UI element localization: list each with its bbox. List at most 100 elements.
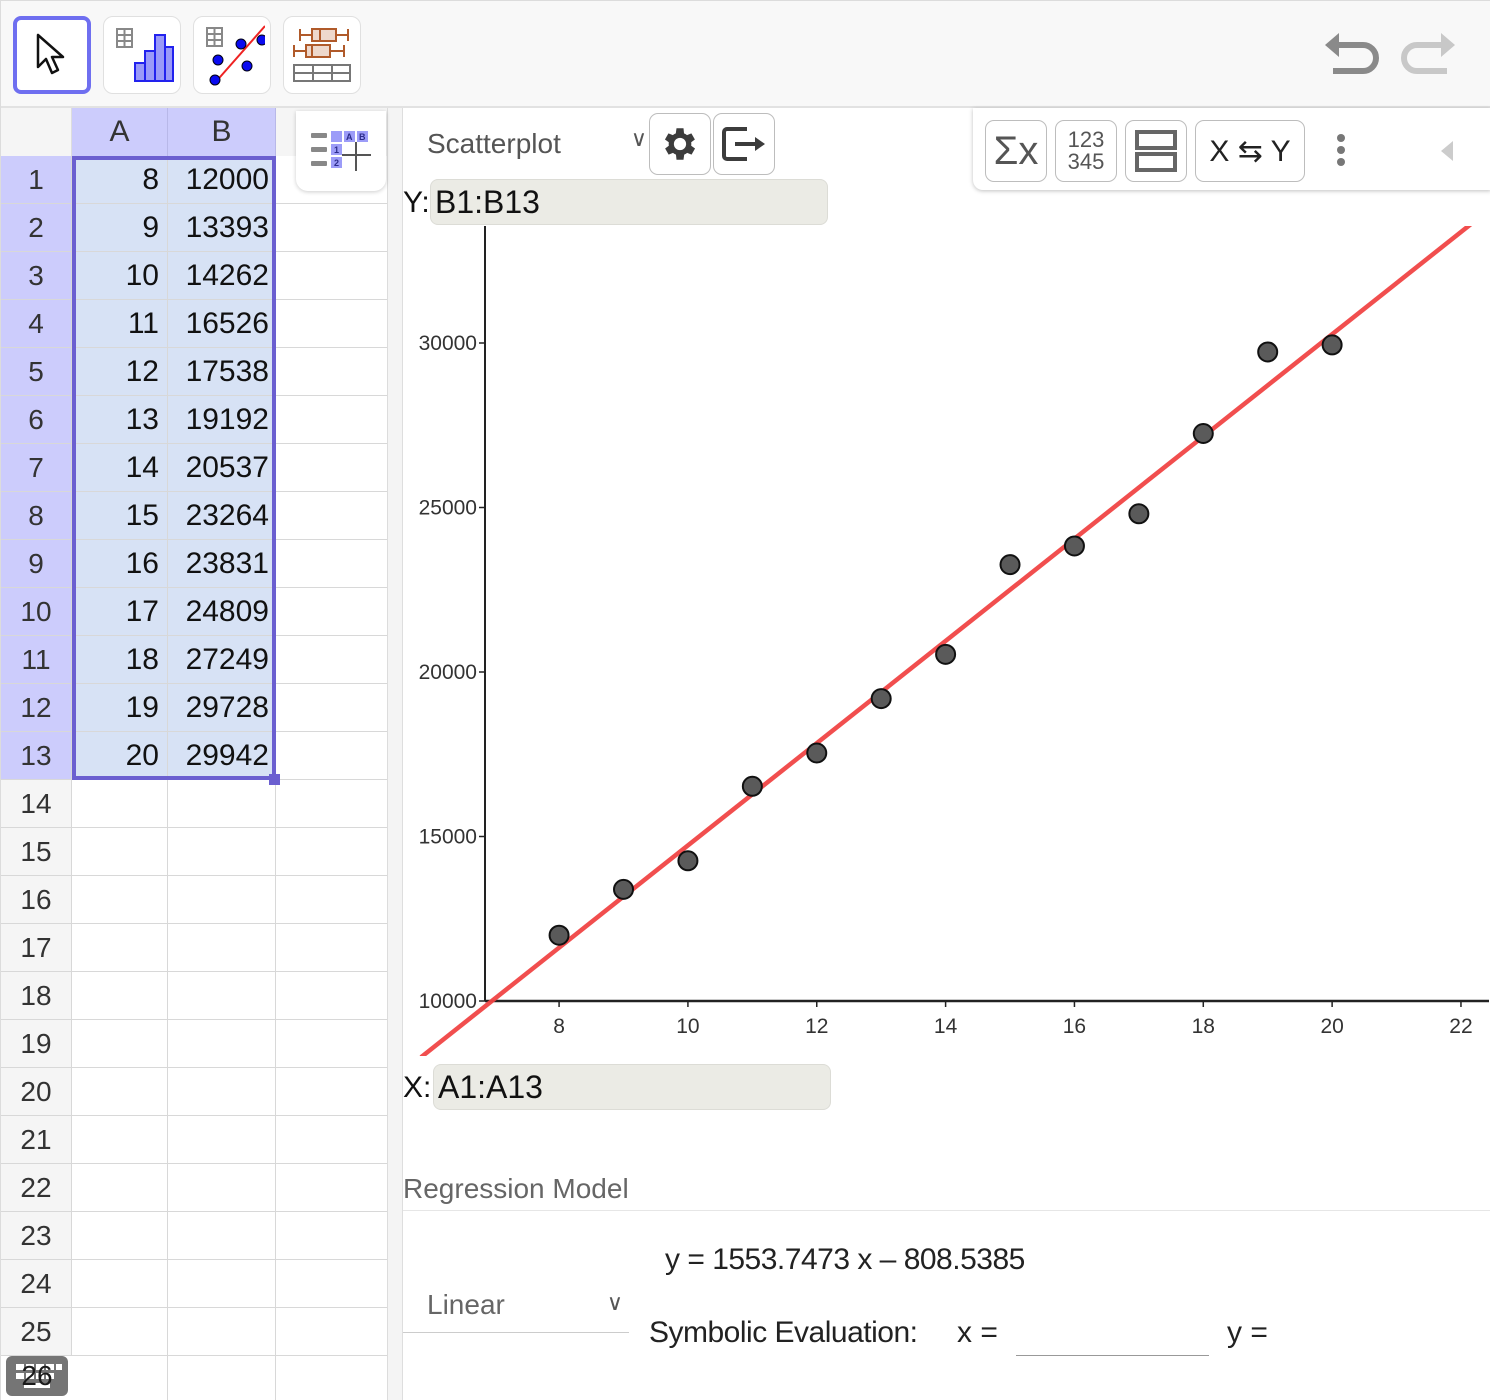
cell-a9[interactable]: 16	[72, 540, 168, 587]
cell-b17[interactable]	[168, 924, 276, 971]
row-header[interactable]: 20	[1, 1068, 72, 1115]
cell-b24[interactable]	[168, 1260, 276, 1307]
row-header[interactable]: 4	[1, 300, 72, 347]
fill-handle[interactable]	[269, 774, 280, 785]
cell-b25[interactable]	[168, 1308, 276, 1355]
two-variable-regression-button[interactable]	[193, 16, 271, 94]
row-header[interactable]: 1	[1, 156, 72, 203]
cell-b4[interactable]: 16526	[168, 300, 276, 347]
column-header-b[interactable]: B	[168, 108, 276, 156]
cell-b6[interactable]: 19192	[168, 396, 276, 443]
cell-a22[interactable]	[72, 1164, 168, 1211]
cell-c13[interactable]	[276, 732, 387, 779]
row-header[interactable]: 24	[1, 1260, 72, 1307]
spreadsheet-style-button[interactable]: AB 1 2	[296, 111, 386, 191]
cell-a15[interactable]	[72, 828, 168, 875]
cell-c5[interactable]	[276, 348, 387, 395]
row-header[interactable]: 23	[1, 1212, 72, 1259]
cell-a11[interactable]: 18	[72, 636, 168, 683]
cell-b20[interactable]	[168, 1068, 276, 1115]
cell-a2[interactable]: 9	[72, 204, 168, 251]
row-header[interactable]: 8	[1, 492, 72, 539]
cell-a8[interactable]: 15	[72, 492, 168, 539]
cell-c21[interactable]	[276, 1116, 387, 1163]
cell-b1[interactable]: 12000	[168, 156, 276, 203]
layout-button[interactable]	[1125, 120, 1187, 182]
regression-type-dropdown[interactable]: Linear ∨	[403, 1278, 629, 1333]
swap-xy-button[interactable]: X ⇆ Y	[1195, 120, 1305, 182]
cell-c10[interactable]	[276, 588, 387, 635]
cell-a6[interactable]: 13	[72, 396, 168, 443]
keyboard-toggle-button[interactable]	[6, 1356, 68, 1396]
one-variable-analysis-button[interactable]	[103, 16, 181, 94]
cell-b15[interactable]	[168, 828, 276, 875]
cell-a18[interactable]	[72, 972, 168, 1019]
plot-type-dropdown[interactable]: Scatterplot ∨	[427, 124, 647, 164]
cell-a26[interactable]	[72, 1356, 168, 1400]
cell-b8[interactable]: 23264	[168, 492, 276, 539]
cell-b13[interactable]: 29942	[168, 732, 276, 779]
export-button[interactable]	[713, 113, 775, 175]
cell-b22[interactable]	[168, 1164, 276, 1211]
cell-b9[interactable]: 23831	[168, 540, 276, 587]
redo-button[interactable]	[1395, 29, 1457, 87]
cell-a13[interactable]: 20	[72, 732, 168, 779]
cell-a7[interactable]: 14	[72, 444, 168, 491]
cell-c11[interactable]	[276, 636, 387, 683]
row-header[interactable]: 19	[1, 1020, 72, 1067]
cell-a4[interactable]: 11	[72, 300, 168, 347]
row-header[interactable]: 11	[1, 636, 72, 683]
cell-c25[interactable]	[276, 1308, 387, 1355]
more-options-button[interactable]	[1333, 132, 1349, 172]
cell-a19[interactable]	[72, 1020, 168, 1067]
row-header[interactable]: 6	[1, 396, 72, 443]
cell-c22[interactable]	[276, 1164, 387, 1211]
row-header[interactable]: 25	[1, 1308, 72, 1355]
cell-a5[interactable]: 12	[72, 348, 168, 395]
cell-c18[interactable]	[276, 972, 387, 1019]
panel-divider[interactable]	[388, 108, 403, 1400]
cell-c26[interactable]	[276, 1356, 387, 1400]
cell-c16[interactable]	[276, 876, 387, 923]
cell-b7[interactable]: 20537	[168, 444, 276, 491]
row-header[interactable]: 22	[1, 1164, 72, 1211]
cell-c3[interactable]	[276, 252, 387, 299]
row-header[interactable]: 14	[1, 780, 72, 827]
cell-b3[interactable]: 14262	[168, 252, 276, 299]
cell-c20[interactable]	[276, 1068, 387, 1115]
plot-settings-button[interactable]	[649, 113, 711, 175]
cell-a10[interactable]: 17	[72, 588, 168, 635]
row-header[interactable]: 5	[1, 348, 72, 395]
cell-a24[interactable]	[72, 1260, 168, 1307]
row-header[interactable]: 9	[1, 540, 72, 587]
row-header[interactable]: 7	[1, 444, 72, 491]
cell-b26[interactable]	[168, 1356, 276, 1400]
column-header-a[interactable]: A	[72, 108, 168, 156]
cell-c15[interactable]	[276, 828, 387, 875]
cell-c12[interactable]	[276, 684, 387, 731]
cell-c24[interactable]	[276, 1260, 387, 1307]
sheet-corner[interactable]	[1, 108, 72, 156]
cell-c17[interactable]	[276, 924, 387, 971]
cell-c23[interactable]	[276, 1212, 387, 1259]
cell-a25[interactable]	[72, 1308, 168, 1355]
cell-b18[interactable]	[168, 972, 276, 1019]
cell-b21[interactable]	[168, 1116, 276, 1163]
cell-b14[interactable]	[168, 780, 276, 827]
cell-c14[interactable]	[276, 780, 387, 827]
undo-button[interactable]	[1323, 29, 1385, 87]
cell-b16[interactable]	[168, 876, 276, 923]
row-header[interactable]: 18	[1, 972, 72, 1019]
move-tool-button[interactable]	[13, 16, 91, 94]
cell-b11[interactable]: 27249	[168, 636, 276, 683]
cell-a3[interactable]: 10	[72, 252, 168, 299]
row-header[interactable]: 12	[1, 684, 72, 731]
cell-b12[interactable]: 29728	[168, 684, 276, 731]
cell-c19[interactable]	[276, 1020, 387, 1067]
cell-c2[interactable]	[276, 204, 387, 251]
data-source-button[interactable]: 123 345	[1055, 120, 1117, 182]
cell-b10[interactable]: 24809	[168, 588, 276, 635]
row-header[interactable]: 16	[1, 876, 72, 923]
cell-b23[interactable]	[168, 1212, 276, 1259]
cell-b5[interactable]: 17538	[168, 348, 276, 395]
